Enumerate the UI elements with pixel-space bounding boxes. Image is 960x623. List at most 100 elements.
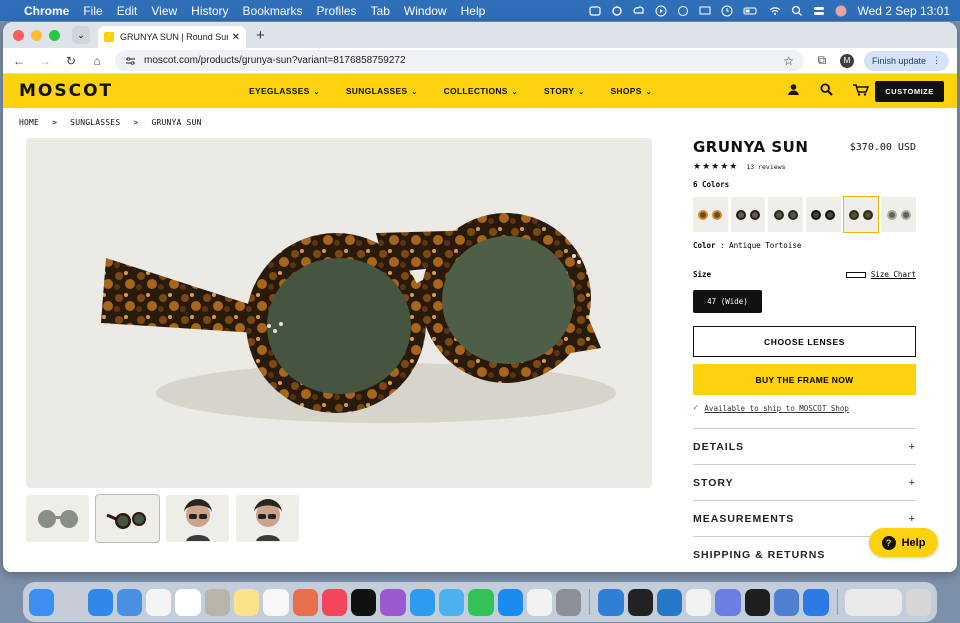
choose-lenses-button[interactable]: CHOOSE LENSES bbox=[693, 326, 916, 357]
menu-app-name[interactable]: Chrome bbox=[24, 4, 69, 18]
menu-window[interactable]: Window bbox=[404, 4, 447, 18]
gear-icon[interactable] bbox=[611, 5, 623, 17]
moscot-logo[interactable]: MOSCOT bbox=[19, 81, 249, 101]
keynote-icon[interactable] bbox=[409, 588, 435, 616]
wifi-icon[interactable] bbox=[769, 5, 781, 17]
cloud-icon[interactable] bbox=[633, 5, 645, 17]
accordion-details[interactable]: DETAILS + bbox=[693, 428, 916, 464]
finder-icon[interactable] bbox=[29, 588, 55, 616]
system-settings-icon[interactable] bbox=[556, 588, 582, 616]
recent-window-thumbnail[interactable] bbox=[845, 588, 902, 616]
help-button[interactable]: ? Help bbox=[869, 528, 938, 557]
reminders-icon[interactable] bbox=[263, 588, 289, 616]
color-swatch[interactable] bbox=[768, 197, 804, 232]
menu-profiles[interactable]: Profiles bbox=[317, 4, 357, 18]
disk-utility-icon[interactable] bbox=[773, 588, 800, 616]
breadcrumb-home[interactable]: HOME bbox=[19, 118, 39, 127]
vscode-icon[interactable] bbox=[656, 588, 683, 616]
close-tab-icon[interactable]: ✕ bbox=[232, 32, 240, 43]
site-info-icon[interactable] bbox=[125, 56, 136, 66]
tab-search-button[interactable]: ⌄ bbox=[72, 26, 90, 44]
cart-icon[interactable] bbox=[853, 83, 869, 96]
nav-shops[interactable]: SHOPS ⌄ bbox=[610, 86, 651, 96]
review-count[interactable]: 13 reviews bbox=[746, 163, 785, 171]
color-swatch[interactable] bbox=[730, 197, 766, 232]
mail-icon[interactable] bbox=[116, 588, 143, 616]
url-text[interactable]: moscot.com/products/grunya-sun?variant=8… bbox=[144, 55, 775, 66]
search-icon[interactable] bbox=[820, 83, 833, 96]
status-icon[interactable] bbox=[589, 5, 602, 17]
terminal-icon[interactable] bbox=[627, 588, 653, 616]
color-swatch[interactable] bbox=[693, 197, 728, 232]
menu-history[interactable]: History bbox=[191, 4, 228, 18]
menu-edit[interactable]: Edit bbox=[117, 4, 138, 18]
airdrop-icon[interactable] bbox=[677, 5, 689, 17]
finish-update-button[interactable]: Finish update ⋮ bbox=[863, 50, 949, 71]
accordion-story[interactable]: STORY + bbox=[693, 464, 916, 500]
apple-tv-icon[interactable] bbox=[351, 588, 377, 616]
maps-icon[interactable] bbox=[438, 588, 465, 616]
rating[interactable]: ★★★★★ 13 reviews bbox=[693, 161, 916, 172]
thumbnail-front[interactable] bbox=[26, 495, 89, 542]
size-chart-link[interactable]: Size Chart bbox=[845, 270, 916, 279]
zoom-window-button[interactable] bbox=[49, 29, 60, 41]
extensions-puzzle-icon[interactable]: ⧉ bbox=[814, 53, 830, 69]
nav-eyeglasses[interactable]: EYEGLASSES ⌄ bbox=[249, 86, 320, 96]
control-center-icon[interactable] bbox=[813, 5, 825, 17]
new-tab-button[interactable]: + bbox=[256, 27, 265, 44]
color-swatch-selected[interactable] bbox=[842, 196, 880, 233]
calendar-icon[interactable] bbox=[175, 588, 201, 616]
play-icon[interactable] bbox=[655, 5, 667, 17]
numbers-icon[interactable] bbox=[468, 588, 494, 616]
nav-collections[interactable]: COLLECTIONS ⌄ bbox=[444, 86, 518, 96]
breadcrumb-sunglasses[interactable]: SUNGLASSES bbox=[70, 118, 120, 127]
nav-sunglasses[interactable]: SUNGLASSES ⌄ bbox=[346, 86, 418, 96]
color-swatch[interactable] bbox=[881, 197, 917, 232]
figma-icon[interactable] bbox=[744, 588, 770, 616]
menu-view[interactable]: View bbox=[151, 4, 177, 18]
safari-icon[interactable] bbox=[87, 588, 113, 616]
menu-help[interactable]: Help bbox=[461, 4, 486, 18]
user-avatar-icon[interactable] bbox=[835, 5, 847, 17]
close-window-button[interactable] bbox=[13, 29, 24, 41]
linear-icon[interactable] bbox=[715, 588, 741, 616]
profile-avatar[interactable]: M bbox=[839, 53, 854, 68]
home-icon[interactable]: ⌂ bbox=[89, 53, 105, 69]
freeform-icon[interactable] bbox=[292, 588, 318, 616]
customize-button[interactable]: CUSTOMIZE bbox=[875, 81, 944, 102]
color-swatch[interactable] bbox=[806, 197, 841, 232]
thumbnail-angle[interactable] bbox=[95, 494, 160, 543]
ship-to-shop-link[interactable]: Available to ship to MOSCOT Shop bbox=[704, 404, 849, 413]
back-arrow-icon[interactable]: ← bbox=[11, 53, 27, 69]
product-main-image[interactable] bbox=[26, 138, 652, 488]
slack-icon[interactable] bbox=[686, 588, 712, 616]
menu-bookmarks[interactable]: Bookmarks bbox=[243, 4, 303, 18]
contacts-icon[interactable] bbox=[204, 588, 230, 616]
thumbnail-model-2[interactable] bbox=[236, 495, 299, 542]
battery-icon[interactable] bbox=[743, 5, 759, 17]
xcode-icon[interactable] bbox=[598, 588, 624, 616]
app-store-icon[interactable] bbox=[497, 588, 523, 616]
notes-icon[interactable] bbox=[233, 588, 260, 616]
music-icon[interactable] bbox=[321, 588, 348, 616]
reload-icon[interactable]: ↻ bbox=[63, 53, 79, 69]
menubar-datetime[interactable]: Wed 2 Sep 13:01 bbox=[857, 4, 950, 18]
minimize-window-button[interactable] bbox=[31, 29, 42, 41]
launchpad-icon[interactable] bbox=[58, 588, 84, 616]
address-bar[interactable]: moscot.com/products/grunya-sun?variant=8… bbox=[115, 50, 804, 71]
menu-file[interactable]: File bbox=[83, 4, 102, 18]
clock-icon[interactable] bbox=[721, 5, 733, 17]
size-option-button[interactable]: 47 (Wide) bbox=[693, 290, 762, 313]
account-icon[interactable] bbox=[787, 83, 800, 96]
screen-icon[interactable] bbox=[699, 5, 711, 17]
thumbnail-model-1[interactable] bbox=[166, 495, 229, 542]
outlook-icon[interactable] bbox=[803, 588, 829, 616]
browser-tab[interactable]: GRUNYA SUN | Round Sunglasses ✕ bbox=[98, 26, 246, 48]
photos-icon[interactable] bbox=[146, 588, 172, 616]
forward-arrow-icon[interactable]: → bbox=[37, 53, 53, 69]
menu-tab[interactable]: Tab bbox=[371, 4, 390, 18]
bookmark-star-icon[interactable]: ☆ bbox=[783, 54, 794, 68]
chrome-icon[interactable] bbox=[526, 588, 553, 616]
podcasts-icon[interactable] bbox=[380, 588, 406, 616]
trash-icon[interactable] bbox=[905, 588, 931, 616]
